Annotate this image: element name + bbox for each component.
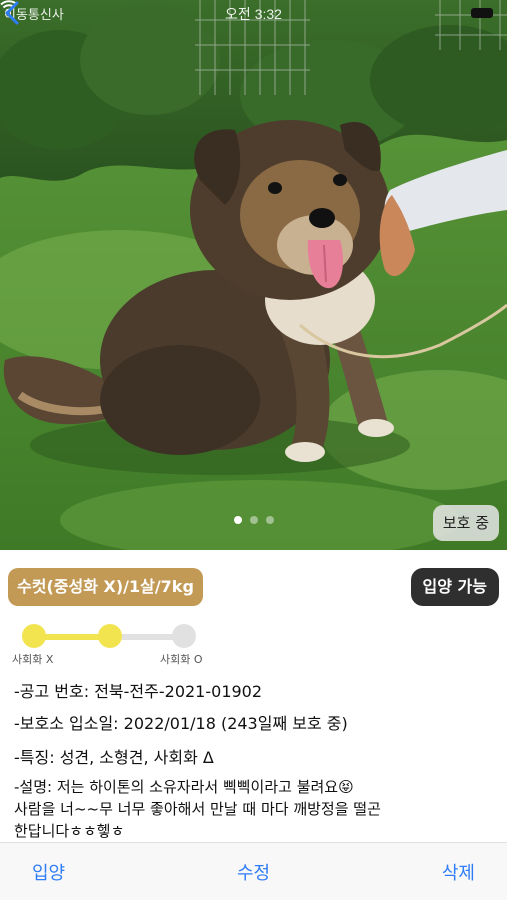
pet-photo[interactable]: 이동통신사 오전 3:32 보호 중 xyxy=(0,0,507,550)
socialization-step-1 xyxy=(22,624,46,648)
socialization-slider xyxy=(20,622,204,652)
battery-icon xyxy=(471,8,493,18)
dog-photo-image xyxy=(0,0,507,550)
status-bar: 이동통신사 오전 3:32 xyxy=(0,0,507,28)
pet-summary-badge: 수컷(중성화 X)/1살/7kg xyxy=(8,568,203,606)
features: -특징: 성견, 소형견, 사회화 Δ xyxy=(14,748,214,767)
intake-date: -보호소 입소일: 2022/01/18 (243일째 보호 중) xyxy=(14,714,348,733)
back-arrow-icon[interactable] xyxy=(0,0,24,26)
page-dot[interactable] xyxy=(233,516,242,524)
socialization-high-label: 사회화 O xyxy=(160,653,203,666)
description-line: 한답니다ㅎㅎ헿ㅎ xyxy=(14,822,125,840)
adoption-status-badge: 입양 가능 xyxy=(410,568,499,606)
clock: 오전 3:32 xyxy=(225,6,282,22)
socialization-low-label: 사회화 X xyxy=(12,653,54,666)
notice-number: -공고 번호: 전북-전주-2021-01902 xyxy=(14,682,263,701)
socialization-step-2 xyxy=(98,624,122,648)
page-dot[interactable] xyxy=(249,516,258,524)
socialization-step-3 xyxy=(172,624,196,648)
description: -설명: 저는 하이톤의 소유자라서 삑삑이라고 불려요😝 사람을 너~~무 너… xyxy=(14,776,484,842)
page-indicator[interactable] xyxy=(0,516,507,524)
bottom-toolbar: 입양 수정 삭제 xyxy=(0,842,507,900)
edit-button[interactable]: 수정 xyxy=(0,859,507,885)
description-line: 사람을 너~~무 너무 좋아해서 만날 때 마다 깨방정을 떨곤 xyxy=(14,800,381,818)
protection-status-chip: 보호 중 xyxy=(432,505,499,541)
delete-button[interactable]: 삭제 xyxy=(442,859,475,885)
page-dot[interactable] xyxy=(265,516,274,524)
description-line: -설명: 저는 하이톤의 소유자라서 삑삑이라고 불려요😝 xyxy=(14,778,354,796)
pet-info-panel: 수컷(중성화 X)/1살/7kg 입양 가능 사회화 X 사회화 O -공고 번… xyxy=(0,550,507,842)
